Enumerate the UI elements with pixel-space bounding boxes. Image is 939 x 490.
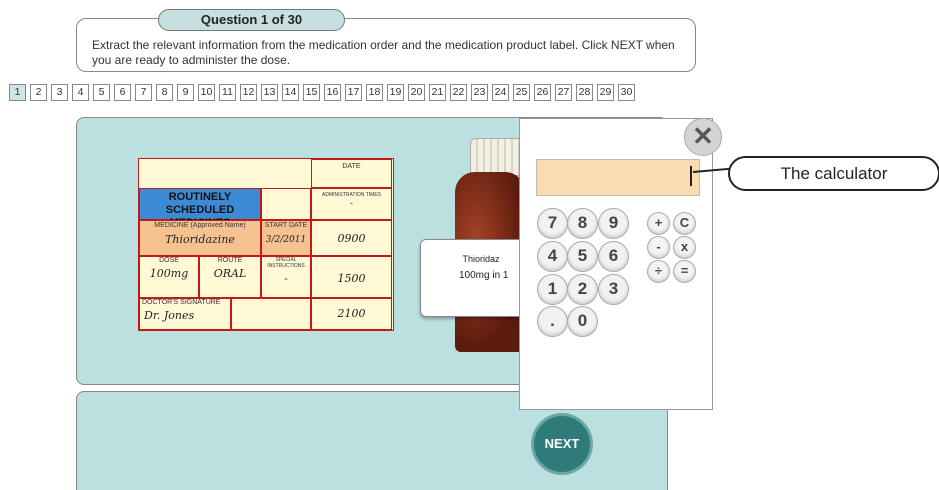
question-nav-4[interactable]: 4 (72, 84, 89, 101)
calc-key-equals[interactable]: = (673, 260, 696, 283)
special-cell: SPECIAL INSTRUCTIONS - (261, 256, 311, 298)
calc-key-8[interactable]: 8 (567, 208, 598, 239)
time-value-3: 2100 (337, 307, 366, 320)
doctor-value: Dr. Jones (144, 309, 195, 322)
start-date-cell: START DATE 3/2/2011 (261, 220, 311, 256)
question-nav-22[interactable]: 22 (450, 84, 467, 101)
route-value: ORAL (213, 267, 247, 280)
question-nav-8[interactable]: 8 (156, 84, 173, 101)
medicine-value: Thioridazine (165, 233, 235, 246)
date-cell: DATE (311, 159, 392, 188)
blank-cell-2 (231, 298, 311, 330)
text-cursor (690, 166, 692, 186)
calc-key-2[interactable]: 2 (567, 274, 598, 305)
time-value-1: 0900 (337, 232, 366, 245)
calc-key-6[interactable]: 6 (598, 241, 629, 272)
close-icon[interactable]: ✕ (684, 118, 722, 156)
calc-key-9[interactable]: 9 (598, 208, 629, 239)
question-nav-3[interactable]: 3 (51, 84, 68, 101)
question-nav-24[interactable]: 24 (492, 84, 509, 101)
question-nav-28[interactable]: 28 (576, 84, 593, 101)
route-label: ROUTE (217, 257, 243, 264)
question-nav-7[interactable]: 7 (135, 84, 152, 101)
question-nav-27[interactable]: 27 (555, 84, 572, 101)
question-nav-6[interactable]: 6 (114, 84, 131, 101)
medication-chart: DATE ADMINISTRATION TIMES - ROUTINELY SC… (138, 158, 394, 331)
question-nav-18[interactable]: 18 (366, 84, 383, 101)
special-value: - (284, 273, 288, 285)
question-nav-26[interactable]: 26 (534, 84, 551, 101)
dose-value: 100mg (149, 267, 189, 280)
dose-cell: DOSE 100mg (139, 256, 199, 298)
question-nav-5[interactable]: 5 (93, 84, 110, 101)
doctor-cell: DOCTOR'S SIGNATURE Dr. Jones (139, 298, 231, 330)
calc-key-4[interactable]: 4 (537, 241, 568, 272)
question-nav-15[interactable]: 15 (303, 84, 320, 101)
question-nav-19[interactable]: 19 (387, 84, 404, 101)
product-amount: 100mg in 1 (459, 270, 509, 281)
question-nav-17[interactable]: 17 (345, 84, 362, 101)
dose-label: DOSE (159, 257, 179, 264)
question-nav-30[interactable]: 30 (618, 84, 635, 101)
admin-times-cell: ADMINISTRATION TIMES - (311, 188, 392, 220)
time-cell-3: 2100 (311, 298, 392, 330)
calc-key-divide[interactable]: ÷ (647, 260, 670, 283)
question-nav-16[interactable]: 16 (324, 84, 341, 101)
medicine-label: MEDICINE (Approved Name) (154, 222, 246, 229)
calc-key-plus[interactable]: + (647, 212, 670, 235)
admin-times-dash: - (350, 198, 353, 208)
calc-key-1[interactable]: 1 (537, 274, 568, 305)
time-cell-2: 1500 (311, 256, 392, 298)
question-nav-10[interactable]: 10 (198, 84, 215, 101)
question-title: Question 1 of 30 (158, 9, 345, 31)
special-label: SPECIAL INSTRUCTIONS (267, 257, 305, 269)
question-nav-12[interactable]: 12 (240, 84, 257, 101)
question-nav: 1 2 3 4 5 6 7 8 9 10 11 12 13 14 15 16 17 18 19 20 21 22 23 24 2… (9, 84, 635, 101)
calc-key-dot[interactable]: . (537, 306, 568, 337)
calc-key-minus[interactable]: - (647, 236, 670, 259)
calculator-display[interactable] (536, 159, 700, 196)
calc-key-clear[interactable]: C (673, 212, 696, 235)
calc-key-0[interactable]: 0 (567, 306, 598, 337)
next-button[interactable]: NEXT (534, 416, 590, 472)
calc-key-multiply[interactable]: x (673, 236, 696, 259)
question-nav-13[interactable]: 13 (261, 84, 278, 101)
time-value-2: 1500 (337, 272, 366, 285)
bottle-cap (470, 138, 524, 176)
product-label[interactable]: Thioridaz 100mg in 1 (420, 239, 530, 317)
chart-title: ROUTINELY SCHEDULED MEDICINES (139, 188, 261, 229)
start-date-value: 3/2/2011 (265, 235, 307, 245)
question-nav-11[interactable]: 11 (219, 84, 236, 101)
blank-cell (261, 188, 311, 220)
route-cell: ROUTE ORAL (199, 256, 261, 298)
question-nav-29[interactable]: 29 (597, 84, 614, 101)
calc-key-5[interactable]: 5 (567, 241, 598, 272)
doctor-label: DOCTOR'S SIGNATURE (142, 299, 221, 306)
calc-key-3[interactable]: 3 (598, 274, 629, 305)
question-nav-2[interactable]: 2 (30, 84, 47, 101)
question-nav-25[interactable]: 25 (513, 84, 530, 101)
start-date-label: START DATE (264, 222, 308, 229)
calc-key-7[interactable]: 7 (537, 208, 568, 239)
question-nav-14[interactable]: 14 (282, 84, 299, 101)
calculator-callout: The calculator (728, 156, 939, 191)
question-nav-1[interactable]: 1 (9, 84, 26, 101)
time-cell-1: 0900 (311, 220, 392, 256)
question-nav-9[interactable]: 9 (177, 84, 194, 101)
question-instructions: Extract the relevant information from th… (92, 38, 675, 67)
date-label: DATE (342, 163, 361, 170)
question-nav-23[interactable]: 23 (471, 84, 488, 101)
medicine-cell: MEDICINE (Approved Name) Thioridazine (139, 220, 261, 256)
question-nav-20[interactable]: 20 (408, 84, 425, 101)
question-nav-21[interactable]: 21 (429, 84, 446, 101)
